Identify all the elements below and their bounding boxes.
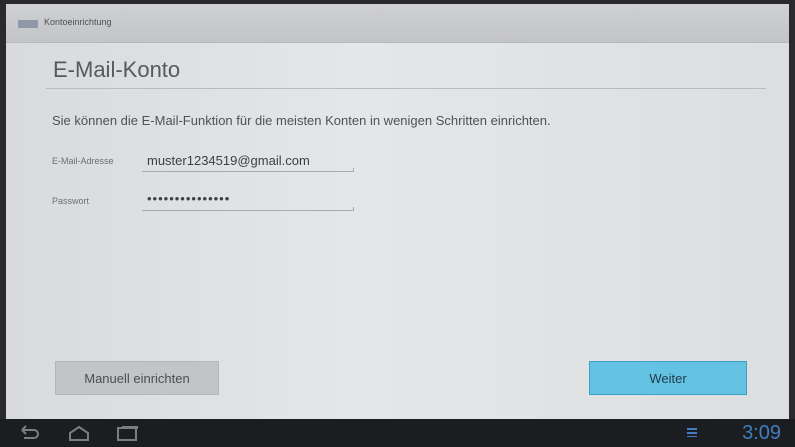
manual-setup-button[interactable]: Manuell einrichten bbox=[55, 361, 219, 395]
recent-apps-icon[interactable] bbox=[116, 425, 140, 441]
password-field-underline bbox=[142, 207, 354, 211]
device-screen: Kontoeinrichtung E-Mail-Konto Sie können… bbox=[6, 4, 789, 419]
notification-icon[interactable] bbox=[687, 427, 697, 437]
back-icon[interactable] bbox=[18, 425, 40, 441]
system-nav-bar: 3:09 bbox=[0, 419, 795, 447]
email-label: E-Mail-Adresse bbox=[52, 156, 114, 166]
title-divider bbox=[46, 88, 766, 89]
clock: 3:09 bbox=[742, 422, 781, 444]
intro-text: Sie können die E-Mail-Funktion für die m… bbox=[52, 113, 551, 128]
title-bar-text: Kontoeinrichtung bbox=[44, 17, 112, 27]
email-field[interactable]: muster1234519@gmail.com bbox=[147, 153, 310, 168]
email-field-underline bbox=[142, 168, 354, 172]
content-area: E-Mail-Konto Sie können die E-Mail-Funkt… bbox=[6, 43, 789, 419]
next-button[interactable]: Weiter bbox=[589, 361, 747, 395]
title-bar: Kontoeinrichtung bbox=[6, 4, 789, 43]
password-field[interactable]: ••••••••••••••• bbox=[147, 191, 230, 206]
page-title: E-Mail-Konto bbox=[53, 57, 181, 82]
home-icon[interactable] bbox=[67, 425, 91, 441]
password-label: Passwort bbox=[52, 196, 90, 206]
app-account-icon bbox=[18, 20, 38, 28]
